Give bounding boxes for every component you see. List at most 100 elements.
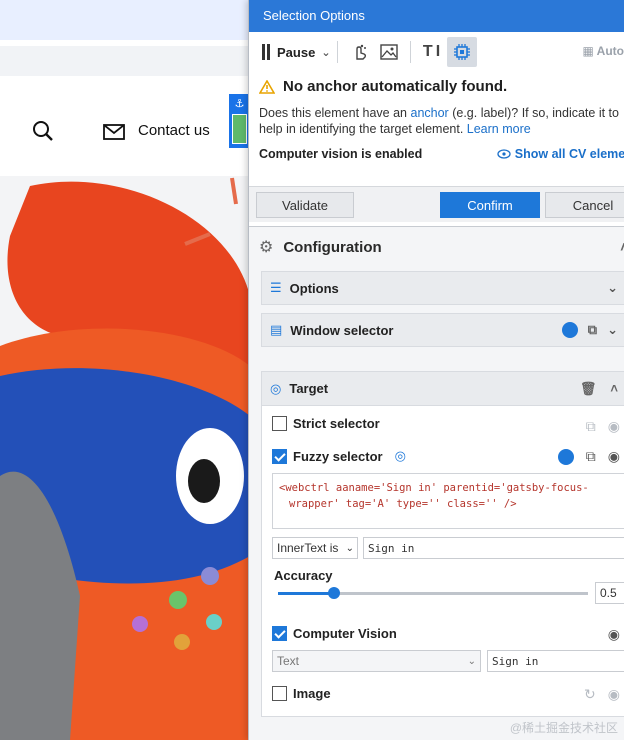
strict-selector-actions: ⧉ ◉ [586,418,620,435]
chevron-up-icon[interactable]: ˄ [620,239,624,256]
cancel-button[interactable]: Cancel [545,192,624,218]
fuzzy-selector-checkbox[interactable] [272,448,287,464]
warning-heading: No anchor automatically found. [283,78,508,95]
copy-icon[interactable]: ⧉ [588,322,597,338]
accuracy-slider[interactable] [278,587,588,599]
warning-text-2: (e.g. label)? If so, indicate it to [452,106,619,120]
toolbar-divider [336,41,338,63]
warning-text-1: Does this element have an [259,106,408,120]
options-label: Options [289,280,339,296]
copy-icon[interactable]: ⧉ [586,448,596,465]
pause-dropdown[interactable]: Pause ⌄ [261,44,331,60]
action-buttons: Validate Confirm Cancel [249,186,624,222]
auto-icon: ▦ [582,44,594,58]
fuzzy-selector-row: Fuzzy selector ◎ [272,448,406,464]
mail-icon [103,124,125,140]
eye-icon[interactable]: ◉ [608,686,620,703]
cv-value-input[interactable]: Sign in [487,650,624,672]
match-value-input[interactable]: Sign in [363,537,624,559]
contact-us-link[interactable]: Contact us [138,122,210,139]
sliders-icon: ☰ [270,280,282,295]
site-top-banner [0,0,250,40]
eye-icon[interactable]: ◉ [608,626,620,643]
search-icon[interactable] [32,120,54,142]
chip-icon[interactable] [446,37,477,67]
configuration-title: Configuration [283,238,382,256]
configuration-section: ⚙ Configuration ˄ ☰ Options ⌄ ▤ Window s… [249,226,624,740]
computer-vision-row: Computer Vision [272,626,397,641]
image-row: Image [272,686,331,701]
chevron-down-icon: ⌄ [345,542,354,554]
fuzzy-selector-label: Fuzzy selector [293,448,383,464]
warning-description: Does this element have an anchor (e.g. l… [259,105,624,137]
toolbar-divider [409,41,411,63]
fuzzy-selector-actions: ⧉ ◉ [557,448,620,465]
strict-selector-row: Strict selector [272,416,380,431]
anchor-warning: No anchor automatically found. Does this… [249,72,624,161]
window-selector-section[interactable]: ▤ Window selector ⧉ ⌄ [261,313,624,347]
gear-icon: ⚙ [259,239,274,256]
text-icon[interactable]: T I [417,37,447,67]
selector-text-line-2: wrapper' tag='A' type='' class='' /> [289,498,517,510]
accuracy-value-input[interactable]: 0.5 [595,582,624,604]
fuzzy-selector-editor[interactable]: <webctrl aaname='Sign in' parentid='gats… [272,473,624,529]
cv-type-dropdown[interactable]: Text ⌄ [272,650,481,672]
sign-in-target-highlight [232,114,247,144]
strict-selector-checkbox[interactable] [272,416,287,431]
hero-illustration [0,176,250,740]
site-sub-banner [0,46,250,76]
target-header[interactable]: ◎ Target 🗑 ˄ [262,372,624,406]
selection-toolbar: Pause ⌄ T I ▦ Auto [249,32,624,72]
trash-icon[interactable]: 🗑 [580,381,597,397]
robot-mascot-illustration [0,177,250,740]
eye-icon[interactable]: ◉ [608,418,620,435]
match-type-dropdown[interactable]: InnerText is ⌄ [272,537,358,559]
accuracy-slider-knob[interactable] [327,587,340,599]
window-icon: ▤ [270,322,283,337]
eye-icon [497,149,511,159]
computer-vision-label: Computer Vision [293,626,397,641]
image-icon[interactable] [374,37,404,67]
chevron-down-icon: ⌄ [467,655,476,667]
cv-type-value: Text [277,654,300,668]
target-label: Target [289,381,329,396]
target-icon: ◎ [270,380,282,396]
cv-status-row: Computer vision is enabled Show all CV e… [259,147,624,161]
chip-badge-icon[interactable] [557,448,574,465]
image-checkbox[interactable] [272,686,287,701]
target-icon: ◎ [394,448,406,463]
chevron-down-icon: ⌄ [607,322,618,337]
anchor-marker: ⚓ [229,94,250,148]
selection-options-panel: Selection Options Pause ⌄ T I ▦ Auto No … [248,0,624,740]
watermark: @稀土掘金技术社区 [509,721,618,735]
computer-vision-checkbox[interactable] [272,626,287,641]
refresh-icon[interactable]: ↻ [584,686,596,703]
target-section: ◎ Target 🗑 ˄ Strict selector ⧉ ◉ Fuzzy s… [261,371,624,717]
copy-icon[interactable]: ⧉ [586,418,596,435]
warning-text-3: help in identifying the target element. [259,122,464,136]
show-cv-label: Show all CV elements [514,147,624,161]
pause-label: Pause [277,44,316,60]
confirm-button[interactable]: Confirm [440,192,540,218]
auto-toggle[interactable]: ▦ Auto [582,44,624,58]
panel-title: Selection Options [249,0,624,32]
options-section[interactable]: ☰ Options ⌄ [261,271,624,305]
window-selector-label: Window selector [290,322,394,338]
validate-button[interactable]: Validate [256,192,354,218]
show-cv-elements-link[interactable]: Show all CV elements [497,147,624,161]
chevron-up-icon[interactable]: ˄ [610,381,618,397]
chip-badge-icon[interactable] [561,322,578,338]
accuracy-slider-fill [278,592,334,595]
cv-status-text: Computer vision is enabled [259,147,423,161]
eye-icon[interactable]: ◉ [608,448,620,465]
learn-more-link[interactable]: Learn more [467,122,531,136]
strict-selector-label: Strict selector [293,416,380,431]
image-actions: ↻ ◉ [584,686,620,703]
pause-icon [261,44,271,60]
anchor-link[interactable]: anchor [411,106,449,120]
image-label: Image [293,686,331,701]
match-type-value: InnerText is [277,541,339,555]
pointer-hand-icon[interactable] [344,37,374,67]
chevron-down-icon: ⌄ [607,280,618,295]
auto-label: Auto [596,44,624,58]
